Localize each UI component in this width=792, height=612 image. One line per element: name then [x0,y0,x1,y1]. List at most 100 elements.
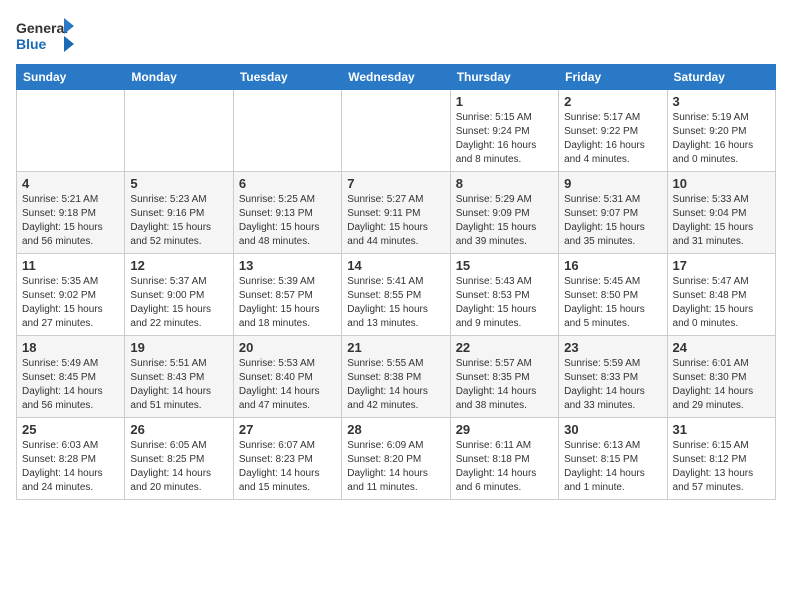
day-number: 5 [130,176,227,191]
day-info: Sunrise: 5:15 AM Sunset: 9:24 PM Dayligh… [456,111,553,167]
day-info: Sunrise: 5:29 AM Sunset: 9:09 PM Dayligh… [456,193,553,249]
day-info: Sunrise: 5:23 AM Sunset: 9:16 PM Dayligh… [130,193,227,249]
calendar-week-row: 4Sunrise: 5:21 AM Sunset: 9:18 PM Daylig… [17,172,776,254]
day-number: 1 [456,94,553,109]
calendar-cell [17,90,125,172]
page-header: GeneralBlue [16,16,776,56]
day-info: Sunrise: 5:47 AM Sunset: 8:48 PM Dayligh… [673,275,770,331]
day-info: Sunrise: 5:49 AM Sunset: 8:45 PM Dayligh… [22,357,119,413]
day-number: 29 [456,422,553,437]
day-number: 26 [130,422,227,437]
calendar-header: SundayMondayTuesdayWednesdayThursdayFrid… [17,65,776,90]
day-number: 14 [347,258,444,273]
calendar-cell: 22Sunrise: 5:57 AM Sunset: 8:35 PM Dayli… [450,336,558,418]
calendar-cell: 12 Sunrise: 5:37 AM Sunset: 9:00 PM Dayli… [125,254,233,336]
day-number: 3 [673,94,770,109]
day-info: Sunrise: 6:05 AM Sunset: 8:25 PM Dayligh… [130,439,227,495]
day-number: 15 [456,258,553,273]
calendar-cell: 15Sunrise: 5:43 AM Sunset: 8:53 PM Dayli… [450,254,558,336]
day-info: Sunrise: 6:03 AM Sunset: 8:28 PM Dayligh… [22,439,119,495]
calendar-cell: 26 Sunrise: 6:05 AM Sunset: 8:25 PM Dayli… [125,418,233,500]
day-number: 27 [239,422,336,437]
day-number: 21 [347,340,444,355]
weekday-header-row: SundayMondayTuesdayWednesdayThursdayFrid… [17,65,776,90]
calendar-body: 1 Sunrise: 5:15 AM Sunset: 9:24 PM Daylig… [17,90,776,500]
day-info: Sunrise: 6:13 AM Sunset: 8:15 PM Dayligh… [564,439,661,495]
calendar-cell: 2Sunrise: 5:17 AM Sunset: 9:22 PM Daylig… [559,90,667,172]
weekday-header: Tuesday [233,65,341,90]
day-info: Sunrise: 5:37 AM Sunset: 9:00 PM Dayligh… [130,275,227,331]
day-number: 22 [456,340,553,355]
weekday-header: Monday [125,65,233,90]
calendar-cell: 10 Sunrise: 5:33 AM Sunset: 9:04 PM Dayli… [667,172,775,254]
calendar-cell: 24 Sunrise: 6:01 AM Sunset: 8:30 PM Dayli… [667,336,775,418]
day-number: 16 [564,258,661,273]
weekday-header: Thursday [450,65,558,90]
day-info: Sunrise: 6:01 AM Sunset: 8:30 PM Dayligh… [673,357,770,413]
calendar-cell: 9Sunrise: 5:31 AM Sunset: 9:07 PM Daylig… [559,172,667,254]
calendar-cell: 1 Sunrise: 5:15 AM Sunset: 9:24 PM Daylig… [450,90,558,172]
day-number: 25 [22,422,119,437]
day-number: 19 [130,340,227,355]
day-number: 10 [673,176,770,191]
weekday-header: Saturday [667,65,775,90]
calendar-cell: 6Sunrise: 5:25 AM Sunset: 9:13 PM Daylig… [233,172,341,254]
calendar-table: SundayMondayTuesdayWednesdayThursdayFrid… [16,64,776,500]
day-number: 24 [673,340,770,355]
calendar-cell: 18Sunrise: 5:49 AM Sunset: 8:45 PM Dayli… [17,336,125,418]
calendar-cell: 8 Sunrise: 5:29 AM Sunset: 9:09 PM Daylig… [450,172,558,254]
calendar-cell: 27 Sunrise: 6:07 AM Sunset: 8:23 PM Dayli… [233,418,341,500]
day-info: Sunrise: 5:27 AM Sunset: 9:11 PM Dayligh… [347,193,444,249]
weekday-header: Wednesday [342,65,450,90]
calendar-cell: 14 Sunrise: 5:41 AM Sunset: 8:55 PM Dayli… [342,254,450,336]
day-info: Sunrise: 5:21 AM Sunset: 9:18 PM Dayligh… [22,193,119,249]
weekday-header: Sunday [17,65,125,90]
calendar-cell [125,90,233,172]
calendar-cell: 31 Sunrise: 6:15 AM Sunset: 8:12 PM Dayli… [667,418,775,500]
day-number: 8 [456,176,553,191]
day-number: 12 [130,258,227,273]
day-number: 31 [673,422,770,437]
calendar-week-row: 25 Sunrise: 6:03 AM Sunset: 8:28 PM Dayli… [17,418,776,500]
calendar-cell: 5 Sunrise: 5:23 AM Sunset: 9:16 PM Daylig… [125,172,233,254]
calendar-cell: 16 Sunrise: 5:45 AM Sunset: 8:50 PM Dayli… [559,254,667,336]
calendar-cell: 29Sunrise: 6:11 AM Sunset: 8:18 PM Dayli… [450,418,558,500]
calendar-cell: 4Sunrise: 5:21 AM Sunset: 9:18 PM Daylig… [17,172,125,254]
day-number: 7 [347,176,444,191]
calendar-cell: 7 Sunrise: 5:27 AM Sunset: 9:11 PM Daylig… [342,172,450,254]
logo: GeneralBlue [16,16,76,56]
calendar-cell: 3 Sunrise: 5:19 AM Sunset: 9:20 PM Daylig… [667,90,775,172]
day-number: 17 [673,258,770,273]
calendar-week-row: 11Sunrise: 5:35 AM Sunset: 9:02 PM Dayli… [17,254,776,336]
day-number: 20 [239,340,336,355]
day-number: 28 [347,422,444,437]
day-number: 23 [564,340,661,355]
day-info: Sunrise: 5:17 AM Sunset: 9:22 PM Dayligh… [564,111,661,167]
day-number: 13 [239,258,336,273]
day-info: Sunrise: 5:39 AM Sunset: 8:57 PM Dayligh… [239,275,336,331]
day-info: Sunrise: 5:31 AM Sunset: 9:07 PM Dayligh… [564,193,661,249]
day-info: Sunrise: 5:53 AM Sunset: 8:40 PM Dayligh… [239,357,336,413]
day-number: 30 [564,422,661,437]
calendar-week-row: 1 Sunrise: 5:15 AM Sunset: 9:24 PM Daylig… [17,90,776,172]
day-number: 11 [22,258,119,273]
calendar-cell: 11Sunrise: 5:35 AM Sunset: 9:02 PM Dayli… [17,254,125,336]
weekday-header: Friday [559,65,667,90]
svg-text:Blue: Blue [16,36,47,52]
calendar-cell [342,90,450,172]
day-info: Sunrise: 5:19 AM Sunset: 9:20 PM Dayligh… [673,111,770,167]
calendar-cell: 17 Sunrise: 5:47 AM Sunset: 8:48 PM Dayli… [667,254,775,336]
day-info: Sunrise: 5:41 AM Sunset: 8:55 PM Dayligh… [347,275,444,331]
calendar-cell: 19 Sunrise: 5:51 AM Sunset: 8:43 PM Dayli… [125,336,233,418]
day-info: Sunrise: 5:45 AM Sunset: 8:50 PM Dayligh… [564,275,661,331]
svg-text:General: General [16,20,68,36]
day-info: Sunrise: 5:59 AM Sunset: 8:33 PM Dayligh… [564,357,661,413]
day-info: Sunrise: 6:15 AM Sunset: 8:12 PM Dayligh… [673,439,770,495]
calendar-cell: 13 Sunrise: 5:39 AM Sunset: 8:57 PM Dayli… [233,254,341,336]
day-info: Sunrise: 5:51 AM Sunset: 8:43 PM Dayligh… [130,357,227,413]
day-number: 6 [239,176,336,191]
day-info: Sunrise: 5:33 AM Sunset: 9:04 PM Dayligh… [673,193,770,249]
calendar-week-row: 18Sunrise: 5:49 AM Sunset: 8:45 PM Dayli… [17,336,776,418]
calendar-cell: 21Sunrise: 5:55 AM Sunset: 8:38 PM Dayli… [342,336,450,418]
day-info: Sunrise: 6:07 AM Sunset: 8:23 PM Dayligh… [239,439,336,495]
